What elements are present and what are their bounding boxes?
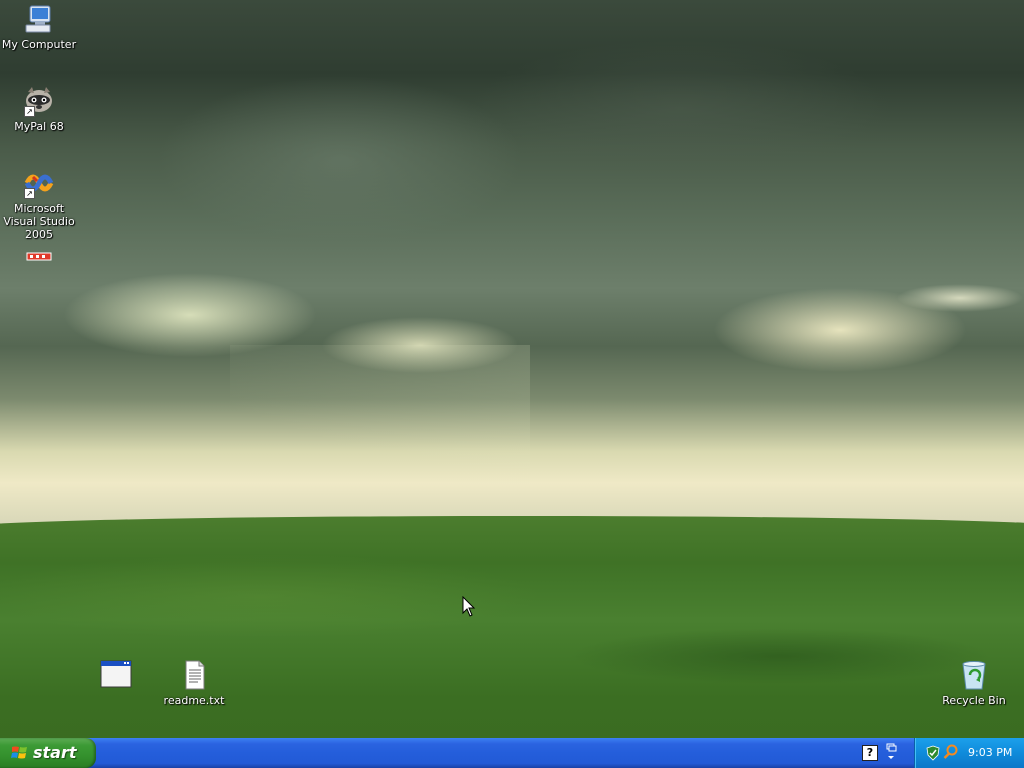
computer-icon: [23, 3, 55, 35]
desktop-icon-recycle-bin[interactable]: Recycle Bin: [936, 659, 1012, 707]
desktop-icon-application[interactable]: [78, 659, 154, 694]
clock[interactable]: 9:03 PM: [968, 746, 1012, 759]
search-icon[interactable]: [943, 744, 959, 760]
desktop-icon-readme[interactable]: readme.txt: [156, 659, 232, 707]
wallpaper-sun-rays: [230, 345, 530, 485]
desktop-icon-label: Microsoft Visual Studio 2005: [3, 202, 75, 241]
desktop[interactable]: My Computer ↗ MyPal 68 ↗ Microsoft Visua…: [0, 0, 1024, 738]
taskbar[interactable]: start ? 9:03 PM: [0, 738, 1024, 768]
desktop-icon-label: Recycle Bin: [942, 694, 1006, 707]
text-file-icon: [178, 659, 210, 691]
start-label: start: [33, 743, 77, 762]
raccoon-icon: ↗: [23, 85, 55, 117]
help-icon[interactable]: ?: [862, 745, 878, 761]
application-icon: [23, 248, 55, 262]
security-shield-icon[interactable]: [925, 745, 941, 761]
desktop-icon-mypal[interactable]: ↗ MyPal 68: [1, 85, 77, 133]
shortcut-arrow-icon: ↗: [24, 106, 35, 117]
desktop-icon-label: readme.txt: [163, 694, 225, 707]
wallpaper-grass-hill: [0, 516, 1024, 738]
desktop-icon-label: My Computer: [1, 38, 77, 51]
system-tray: 9:03 PM: [914, 738, 1024, 768]
network-icon[interactable]: [884, 743, 898, 763]
visual-studio-icon: ↗: [23, 167, 55, 199]
desktop-icon-visual-studio[interactable]: ↗ Microsoft Visual Studio 2005: [1, 167, 77, 241]
start-button[interactable]: start: [0, 738, 96, 768]
window-icon: [100, 659, 132, 691]
mouse-cursor-icon: [462, 595, 476, 618]
recycle-bin-icon: [958, 659, 990, 691]
desktop-icon-label: MyPal 68: [14, 120, 64, 133]
shortcut-arrow-icon: ↗: [24, 188, 35, 199]
desktop-icon-my-computer[interactable]: My Computer: [1, 3, 77, 51]
windows-logo-icon: [11, 745, 29, 761]
desktop-icon-partial[interactable]: [1, 248, 77, 262]
